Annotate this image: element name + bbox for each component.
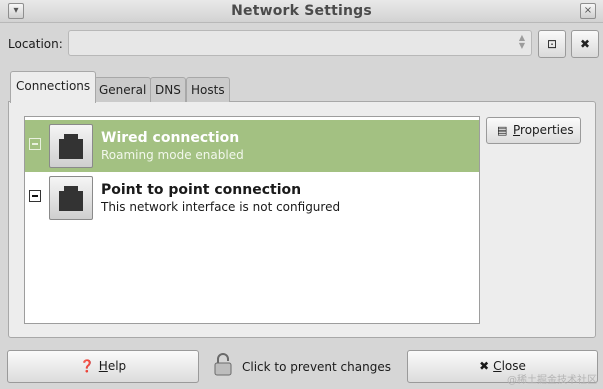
connection-checkbox[interactable]: [29, 138, 41, 150]
delete-location-button[interactable]: ✖: [571, 30, 599, 58]
help-button[interactable]: ❓ Help: [7, 350, 199, 383]
connection-description: Roaming mode enabled: [101, 148, 244, 162]
add-location-icon: ⊡: [546, 37, 558, 51]
spin-arrows-icon: ▲ ▼: [518, 33, 525, 50]
properties-icon: ▤: [497, 124, 508, 137]
tab-connections[interactable]: Connections: [10, 71, 97, 103]
delete-icon: ✖: [579, 37, 591, 51]
connection-row-wired[interactable]: Wired connection Roaming mode enabled: [25, 120, 479, 172]
connection-checkbox[interactable]: [29, 190, 41, 202]
connections-list[interactable]: Wired connection Roaming mode enabled Po…: [24, 116, 480, 324]
network-interface-icon: [49, 176, 93, 220]
location-combo[interactable]: ▲ ▼: [68, 30, 532, 56]
connection-description: This network interface is not configured: [101, 200, 341, 214]
connection-name: Point to point connection: [101, 182, 302, 198]
tab-dns[interactable]: DNS: [150, 77, 186, 102]
properties-button[interactable]: ▤ Properties: [486, 117, 581, 144]
connection-row-ppp[interactable]: Point to point connection This network i…: [25, 172, 479, 224]
title-bar: ▾ Network Settings ×: [0, 0, 603, 23]
properties-label: Properties: [513, 123, 574, 137]
location-label: Location:: [8, 37, 63, 51]
help-icon: ❓: [79, 359, 95, 373]
add-location-button[interactable]: ⊡: [538, 30, 566, 58]
tab-hosts[interactable]: Hosts: [186, 77, 230, 102]
window-close-icon[interactable]: ×: [580, 3, 596, 19]
window-title: Network Settings: [231, 3, 372, 19]
connection-name: Wired connection: [101, 130, 240, 146]
network-interface-icon: [49, 124, 93, 168]
lock-icon: [214, 353, 232, 376]
close-icon: ✖: [479, 359, 490, 373]
watermark: @稀土掘金技术社区: [507, 375, 597, 386]
connections-panel: Wired connection Roaming mode enabled Po…: [8, 101, 596, 338]
lock-label: Click to prevent changes: [242, 360, 391, 374]
tab-general[interactable]: General: [94, 77, 152, 102]
help-label: Help: [98, 359, 127, 373]
